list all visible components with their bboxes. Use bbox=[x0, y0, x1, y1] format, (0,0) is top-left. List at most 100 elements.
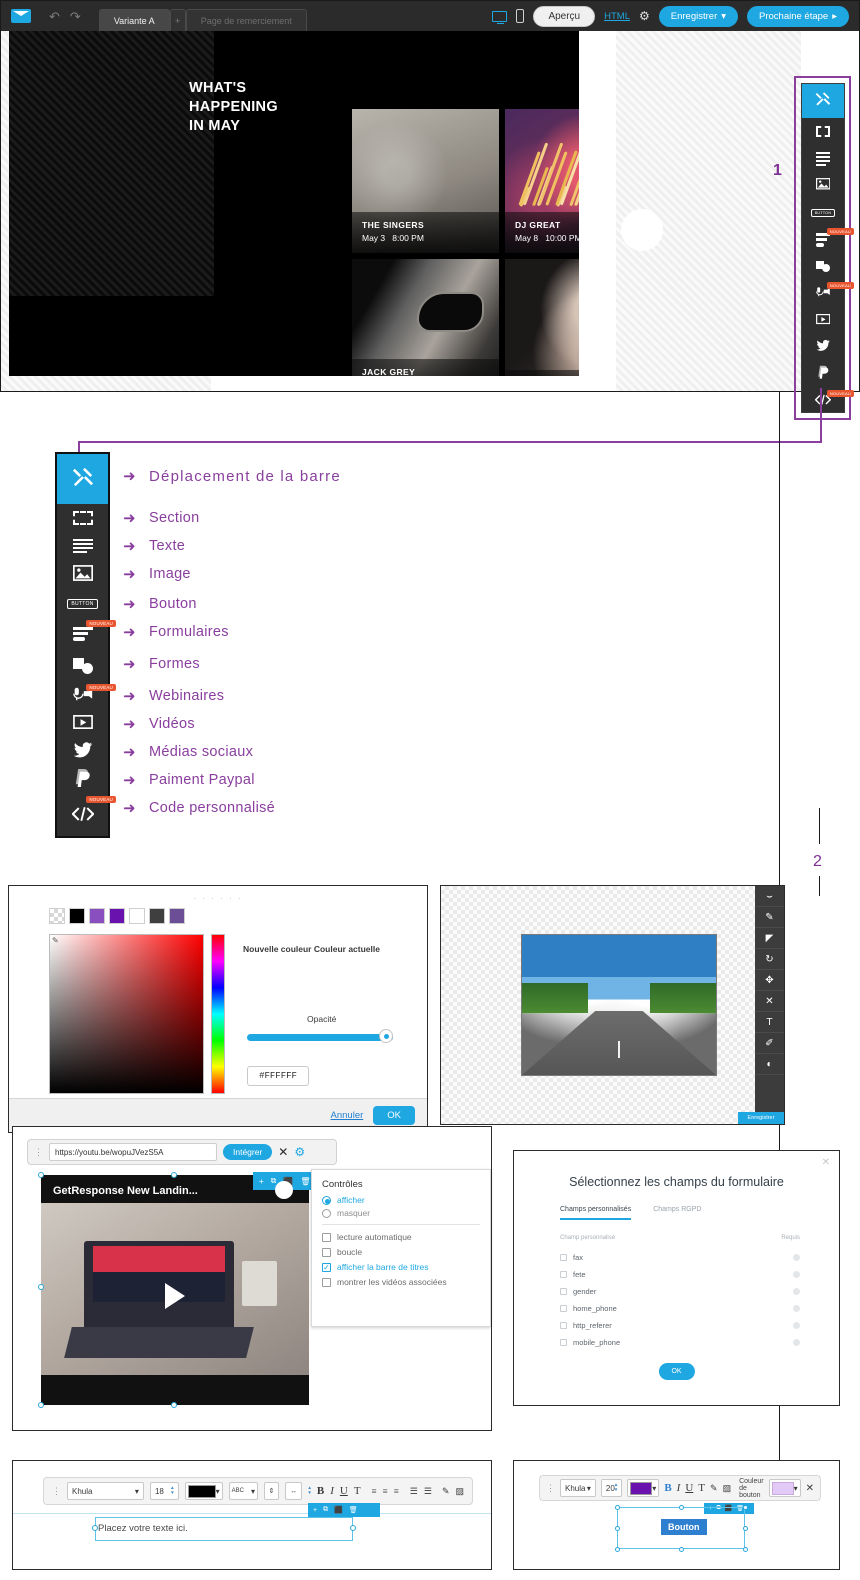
field-checkbox[interactable] bbox=[560, 1288, 567, 1295]
ok-button[interactable]: OK bbox=[658, 1363, 695, 1380]
spinner-icon[interactable]: ▴ ▾ bbox=[171, 1486, 174, 1496]
button-editor-panel[interactable]: ⋮ Khula ▾ 20 ▴ ▾ ▾ B I U T ✎ ▨ Couleur de… bbox=[513, 1460, 840, 1570]
toolbar-item-shapes[interactable] bbox=[57, 650, 108, 682]
opacity-slider-track[interactable] bbox=[247, 1034, 393, 1041]
checkbox-box[interactable] bbox=[322, 1232, 331, 1242]
text-format-toolbar[interactable]: ⋮ Khula ▾ 18 ▴ ▾ ▾ ABC ▾ ⇕ ↔ ▴ ▾ B I U T… bbox=[43, 1477, 473, 1505]
text-color-select[interactable]: ▾ bbox=[627, 1479, 660, 1497]
resize-icon[interactable]: ✥ bbox=[755, 970, 784, 991]
required-toggle[interactable] bbox=[793, 1288, 800, 1295]
checkbox-option[interactable]: montrer les vidéos associées bbox=[322, 1277, 480, 1287]
selection-handle[interactable] bbox=[171, 1402, 177, 1408]
saturation-value-area[interactable]: ✎ bbox=[49, 934, 204, 1094]
hero-title[interactable]: WHAT'S HAPPENING IN MAY bbox=[189, 79, 278, 136]
mini-tool-3[interactable]: 🗑 bbox=[349, 1506, 358, 1514]
selection-handle[interactable] bbox=[679, 1505, 684, 1510]
hue-slider[interactable] bbox=[211, 934, 225, 1094]
brush-icon[interactable]: ✐ bbox=[755, 1033, 784, 1054]
color-swatch-1[interactable] bbox=[69, 908, 85, 924]
video-embed-panel[interactable]: ⋮ https://youtu.be/wopuJVezS5A Intégrer … bbox=[12, 1126, 492, 1431]
numbered-list-icon[interactable]: ☰ bbox=[424, 1486, 432, 1497]
close-x-icon[interactable]: ✕ bbox=[755, 991, 784, 1012]
tab-thank-you-page[interactable]: Page de remerciement bbox=[185, 9, 307, 31]
font-family-select[interactable]: Khula ▾ bbox=[560, 1479, 596, 1497]
toolbar-item-form[interactable]: NOUVEAU bbox=[57, 618, 116, 650]
form-field-row[interactable]: home_phone bbox=[560, 1300, 800, 1317]
selection-handle[interactable] bbox=[679, 1547, 684, 1552]
cancel-link[interactable]: Annuler bbox=[331, 1110, 364, 1121]
required-toggle[interactable] bbox=[793, 1339, 800, 1346]
required-toggle[interactable] bbox=[793, 1305, 800, 1312]
form-field-row[interactable]: mobile_phone bbox=[560, 1334, 800, 1351]
toolbar-item-section[interactable] bbox=[57, 504, 108, 532]
selection-handle[interactable] bbox=[38, 1284, 44, 1290]
text-element-mini-toolbar[interactable]: + ⧉ ⬛ 🗑 bbox=[308, 1503, 380, 1517]
tab-gdpr-fields[interactable]: Champs RGPD bbox=[653, 1206, 701, 1220]
color-swatch-2[interactable] bbox=[89, 908, 105, 924]
image-insert-icon[interactable]: ▨ bbox=[723, 1483, 732, 1494]
element-toolbar[interactable]: BUTTON NOUVEAU NOUVEAU NOUVEAU bbox=[801, 83, 854, 413]
event-card-susan-montera[interactable]: SUSAN MONTERA May 22 7:00 PM bbox=[505, 259, 579, 376]
mini-tool-0[interactable]: + bbox=[313, 1507, 317, 1514]
toolbar-item-webinar-mic[interactable]: NOUVEAU bbox=[57, 682, 116, 710]
toolbar-item-twitter[interactable] bbox=[802, 334, 844, 361]
selection-handle[interactable] bbox=[92, 1525, 98, 1531]
field-checkbox[interactable] bbox=[560, 1339, 567, 1346]
image-editor-panel[interactable]: ⌣ ✎ ◤ ↻ ✥ ✕ T ✐ ◐ Enregistrer bbox=[440, 885, 785, 1125]
hex-color-input[interactable]: #FFFFFF bbox=[247, 1066, 309, 1086]
editing-photo[interactable] bbox=[521, 934, 717, 1076]
image-editor-toolbar[interactable]: ⌣ ✎ ◤ ↻ ✥ ✕ T ✐ ◐ bbox=[755, 886, 784, 1120]
radio-option[interactable]: afficher bbox=[322, 1195, 480, 1205]
field-checkbox[interactable] bbox=[560, 1322, 567, 1329]
spellcheck-select[interactable]: ABC ▾ bbox=[228, 1482, 258, 1500]
drag-grip-icon[interactable]: ⋮ bbox=[34, 1147, 43, 1156]
toolbar-item-text-lines[interactable] bbox=[802, 145, 844, 172]
ok-button[interactable]: OK bbox=[373, 1106, 415, 1125]
field-checkbox[interactable] bbox=[560, 1305, 567, 1312]
form-field-row[interactable]: fax bbox=[560, 1249, 800, 1266]
strikethrough-button[interactable]: T bbox=[698, 1482, 705, 1494]
crop-handles-icon[interactable]: ⌣ bbox=[755, 886, 784, 907]
radio-button[interactable] bbox=[322, 1195, 331, 1205]
next-step-button[interactable]: Prochaine étape ▸ bbox=[747, 5, 849, 27]
selection-handle[interactable] bbox=[350, 1525, 356, 1531]
selection-handle[interactable] bbox=[38, 1402, 44, 1408]
toolbar-item-tools[interactable] bbox=[57, 454, 108, 504]
text-color-select[interactable]: ▾ bbox=[184, 1482, 223, 1500]
required-toggle[interactable] bbox=[793, 1322, 800, 1329]
expanded-element-toolbar[interactable]: BUTTON NOUVEAU NOUVEAU NOUVEAU bbox=[55, 452, 116, 838]
underline-button[interactable]: U bbox=[340, 1485, 348, 1497]
checkbox-option[interactable]: ✓ afficher la barre de titres bbox=[322, 1262, 480, 1272]
event-card-jack-grey[interactable]: JACK GREY AND THE MONSTERS May 12 10:00 … bbox=[352, 259, 499, 376]
desktop-view-icon[interactable] bbox=[492, 10, 508, 25]
color-swatch-4[interactable] bbox=[129, 908, 145, 924]
mini-tool-1[interactable]: ⧉ bbox=[323, 1506, 328, 1514]
link-icon[interactable]: ✎ bbox=[442, 1486, 450, 1497]
close-icon[interactable]: ✕ bbox=[278, 1145, 288, 1159]
envelope-logo-icon[interactable] bbox=[11, 9, 31, 23]
toolbar-item-button[interactable]: BUTTON bbox=[802, 199, 844, 226]
bold-button[interactable]: B bbox=[664, 1482, 671, 1494]
field-checkbox[interactable] bbox=[560, 1271, 567, 1278]
event-card-dj-great[interactable]: DJ GREAT May 8 10:00 PM bbox=[505, 109, 579, 253]
preview-button[interactable]: Aperçu bbox=[533, 5, 596, 27]
toolbar-item-video[interactable] bbox=[802, 307, 844, 334]
toolbar-item-form[interactable]: NOUVEAU bbox=[802, 226, 854, 253]
line-height-icon[interactable]: ⇕ bbox=[263, 1482, 279, 1500]
italic-button[interactable]: I bbox=[330, 1485, 334, 1497]
bullet-list-icon[interactable]: ☰ bbox=[410, 1486, 418, 1497]
tab-custom-fields[interactable]: Champs personnalisés bbox=[560, 1206, 632, 1220]
radio-option[interactable]: masquer bbox=[322, 1208, 480, 1218]
letter-spacing-icon[interactable]: ↔ bbox=[284, 1482, 303, 1500]
video-url-bar[interactable]: ⋮ https://youtu.be/wopuJVezS5A Intégrer … bbox=[27, 1139, 337, 1165]
bold-button[interactable]: B bbox=[317, 1485, 324, 1497]
field-checkbox[interactable] bbox=[560, 1254, 567, 1261]
strikethrough-button[interactable]: T bbox=[354, 1485, 361, 1497]
redo-icon[interactable]: ↷ bbox=[70, 10, 81, 23]
text-placeholder[interactable]: Placez votre texte ici. bbox=[98, 1523, 188, 1534]
font-size-select[interactable]: 18 ▴ ▾ bbox=[149, 1482, 179, 1500]
mini-tool-0[interactable]: + bbox=[259, 1177, 264, 1186]
checkbox-option[interactable]: boucle bbox=[322, 1247, 480, 1257]
toolbar-item-webinar-mic[interactable]: NOUVEAU bbox=[802, 280, 854, 307]
align-center-icon[interactable]: ≡ bbox=[383, 1486, 388, 1496]
